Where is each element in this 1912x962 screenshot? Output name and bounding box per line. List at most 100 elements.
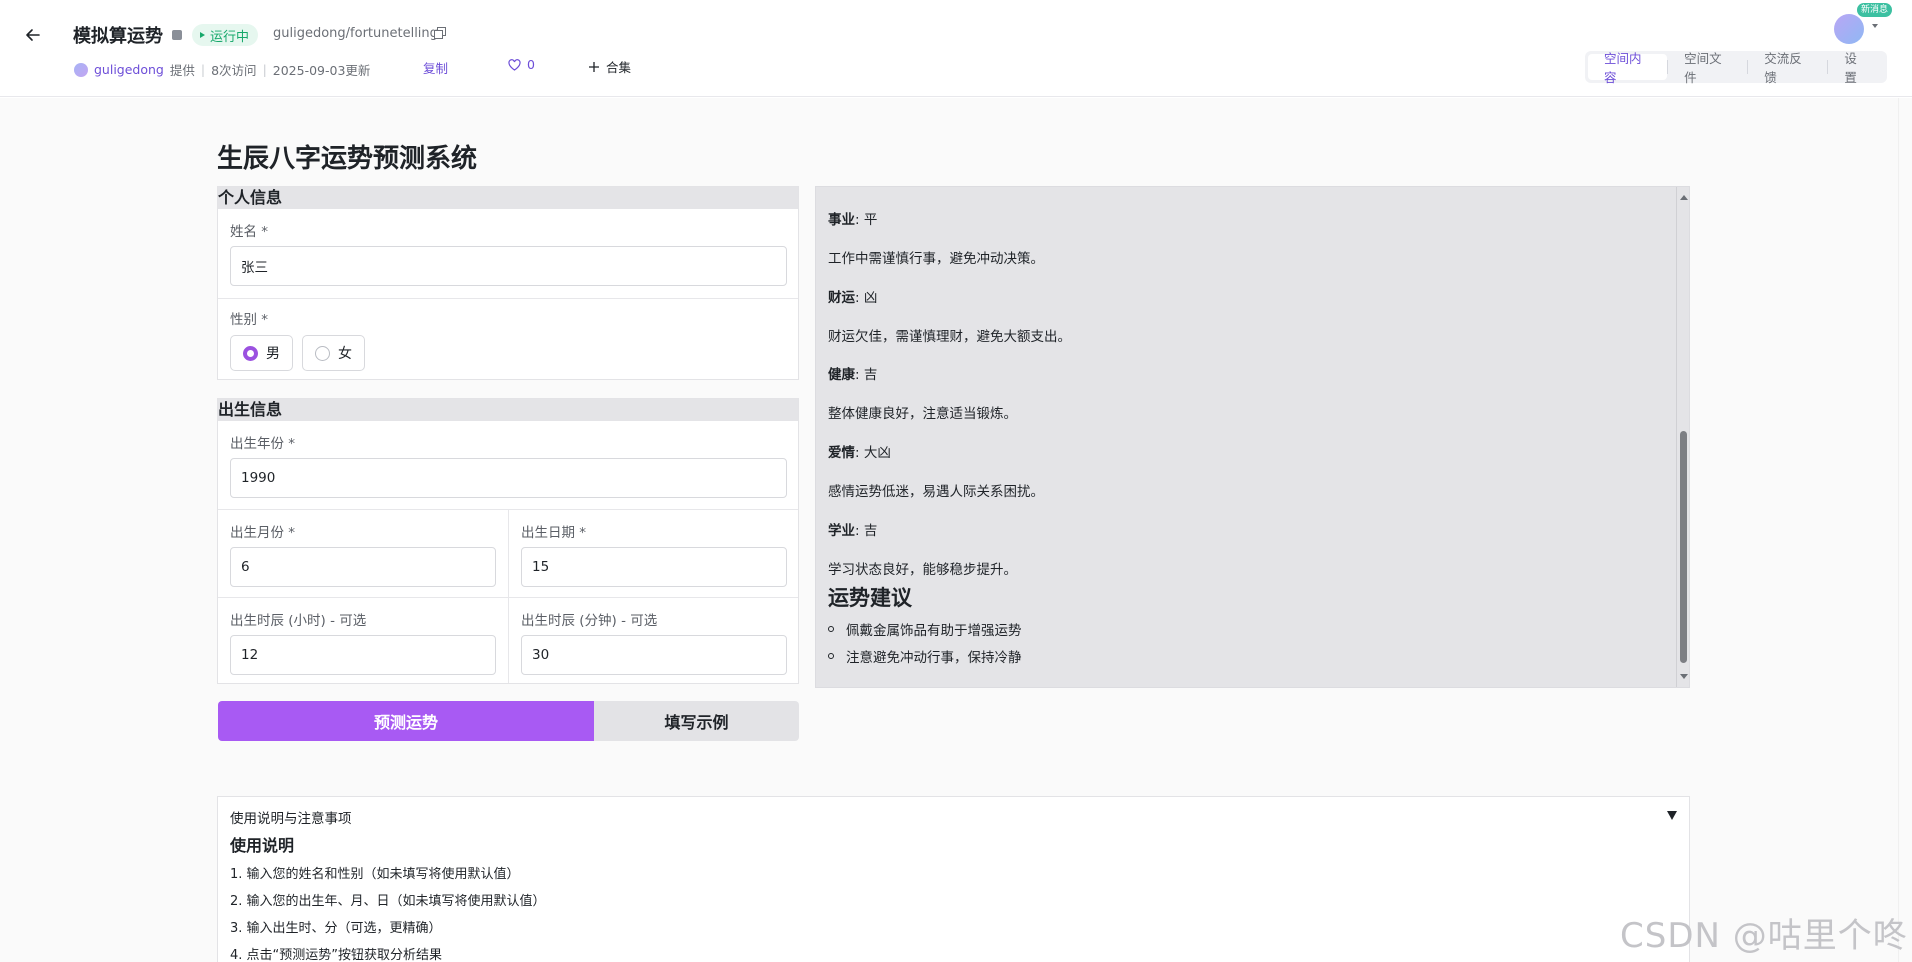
birth-info-heading: 出生信息 (218, 399, 798, 421)
top-bar: 模拟算运势 运行中 guligedong/fortunetelling guli… (0, 0, 1912, 97)
scroll-down-icon[interactable] (1680, 674, 1688, 679)
user-avatar[interactable] (1834, 14, 1864, 44)
collection-button[interactable]: 合集 (588, 57, 631, 76)
like-count: 0 (527, 57, 535, 72)
copy-icon[interactable] (434, 27, 446, 39)
radio-checked-icon (243, 345, 258, 361)
arrow-left-icon (26, 29, 40, 41)
copy-button[interactable]: 复制 (423, 58, 448, 77)
result-output[interactable]: 事业: 平 工作中需谨慎行事，避免冲动决策。 财运: 凶 财运欠佳，需谨慎理财，… (815, 186, 1690, 688)
health-desc: 整体健康良好，注意适当锻炼。 (828, 406, 1017, 422)
gender-male-radio[interactable]: 男 (230, 335, 293, 371)
accordion-toggle[interactable]: 使用说明与注意事项 (230, 807, 352, 827)
gender-female-radio[interactable]: 女 (302, 335, 365, 371)
tab-feedback[interactable]: 交流反馈 (1748, 51, 1827, 85)
birth-minute-label: 出生时辰 (分钟) - 可选 (521, 613, 658, 629)
updated-date: 2025-09-03更新 (272, 63, 371, 78)
status-label: 运行中 (210, 29, 250, 45)
new-message-badge: 新消息 (1857, 3, 1893, 17)
birth-year-input[interactable]: 1990 (230, 458, 787, 498)
gender-label: 性别 * (230, 312, 269, 328)
career-value: : 平 (855, 212, 878, 228)
app-content: 生辰八字运势预测系统 个人信息 姓名 * 张三 性别 * 男 女 出生信息 出生… (0, 98, 1912, 962)
love-key: 爱情 (828, 445, 855, 461)
divider (508, 509, 509, 683)
scroll-thumb[interactable] (1680, 431, 1687, 663)
heart-icon (508, 58, 521, 71)
collection-label: 合集 (606, 60, 632, 75)
instructions-accordion: 使用说明与注意事项 使用说明 1. 输入您的姓名和性别（如未填写将使用默认值） … (217, 796, 1690, 962)
status-badge: 运行中 (192, 24, 259, 46)
love-value: : 大凶 (855, 445, 891, 461)
birth-minute-input[interactable]: 30 (521, 635, 787, 675)
wealth-desc: 财运欠佳，需谨慎理财，避免大额支出。 (828, 329, 1071, 345)
birth-hour-label: 出生时辰 (小时) - 可选 (230, 613, 367, 629)
love-desc: 感情运势低迷，易遇人际关系困扰。 (828, 484, 1044, 500)
health-key: 健康 (828, 367, 855, 383)
divider (218, 298, 798, 299)
name-label: 姓名 * (230, 224, 269, 240)
birth-month-input[interactable]: 6 (230, 547, 496, 587)
instruction-line: 1. 输入您的姓名和性别（如未填写将使用默认值） (230, 867, 520, 882)
back-button[interactable] (20, 22, 46, 48)
study-key: 学业 (828, 523, 855, 539)
wealth-value: : 凶 (855, 290, 878, 306)
wealth-line: 财运: 凶 (828, 286, 877, 306)
study-desc: 学习状态良好，能够稳步提升。 (828, 562, 1017, 578)
health-line: 健康: 吉 (828, 363, 877, 383)
advice-text: 注意避免冲动行事，保持冷静 (846, 650, 1022, 666)
advice-item: 注意避免冲动行事，保持冷静 (828, 646, 1022, 666)
instructions-title: 使用说明 (230, 836, 295, 855)
author-avatar (74, 62, 88, 77)
plus-icon (589, 61, 599, 72)
csdn-watermark: CSDN @咕里个咚 (1620, 916, 1908, 956)
birth-day-label: 出生日期 * (521, 525, 587, 541)
career-line: 事业: 平 (828, 208, 877, 228)
predict-button[interactable]: 预测运势 (218, 701, 594, 741)
birth-year-label: 出生年份 * (230, 436, 296, 452)
meta-row: guligedong 提供 | 8次访问 | 2025-09-03更新 (74, 60, 370, 79)
name-input[interactable]: 张三 (230, 246, 787, 286)
repo-path: guligedong/fortunetelling (273, 26, 438, 41)
radio-unchecked-icon (315, 345, 330, 361)
bullet-icon (828, 653, 834, 659)
birth-day-input[interactable]: 15 (521, 547, 787, 587)
author-link[interactable]: guligedong (94, 62, 164, 77)
birth-month-label: 出生月份 * (230, 525, 296, 541)
page-scroll-track[interactable] (1898, 98, 1912, 962)
instruction-line: 2. 输入您的出生年、月、日（如未填写将使用默认值） (230, 894, 546, 909)
advice-text: 佩戴金属饰品有助于增强运势 (846, 623, 1022, 639)
like-button[interactable]: 0 (508, 57, 535, 72)
space-title: 模拟算运势 (73, 26, 163, 47)
divider: | (200, 62, 206, 77)
tab-settings[interactable]: 设置 (1828, 51, 1884, 85)
advice-heading: 运势建议 (828, 586, 912, 610)
career-key: 事业 (828, 212, 855, 228)
study-value: : 吉 (855, 523, 878, 539)
advice-item: 佩戴金属饰品有助于增强运势 (828, 619, 1022, 639)
birth-hour-input[interactable]: 12 (230, 635, 496, 675)
private-icon (172, 30, 182, 40)
wealth-key: 财运 (828, 290, 855, 306)
love-line: 爱情: 大凶 (828, 441, 891, 461)
health-value: : 吉 (855, 367, 878, 383)
gender-male-label: 男 (266, 346, 280, 362)
result-scrollbar[interactable] (1676, 187, 1689, 687)
play-icon (200, 32, 205, 38)
divider: | (262, 62, 267, 77)
fill-example-button[interactable]: 填写示例 (594, 701, 799, 741)
caret-down-icon[interactable] (1667, 811, 1677, 820)
visit-count: 8次访问 (211, 63, 257, 78)
divider (218, 597, 798, 598)
birth-info-panel: 出生信息 出生年份 * 1990 出生月份 * 6 出生日期 * 15 出生时辰… (217, 398, 799, 684)
space-tabs: 空间内容 空间文件 交流反馈 设置 (1585, 51, 1887, 85)
gender-female-label: 女 (338, 346, 352, 362)
personal-info-heading: 个人信息 (218, 187, 798, 209)
tab-space-content[interactable]: 空间内容 (1588, 51, 1668, 85)
chevron-down-icon[interactable] (1872, 24, 1878, 28)
study-line: 学业: 吉 (828, 519, 877, 539)
instruction-line: 3. 输入出生时、分（可选，更精确） (230, 921, 442, 936)
scroll-up-icon[interactable] (1680, 195, 1688, 200)
tab-space-files[interactable]: 空间文件 (1668, 51, 1747, 85)
bullet-icon (828, 626, 834, 632)
